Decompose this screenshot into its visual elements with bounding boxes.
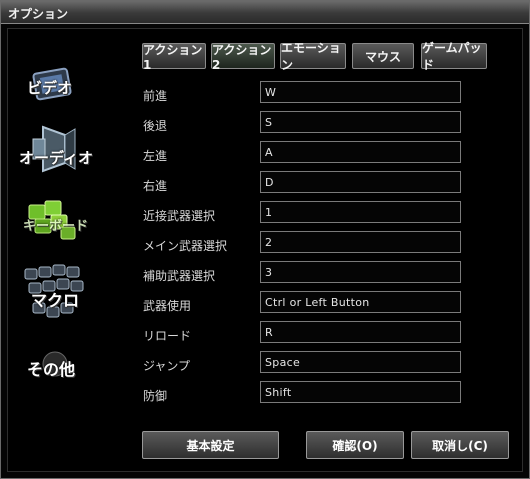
binding-label-main-weapon: メイン武器選択 [143,239,228,253]
tab-action2[interactable]: アクション2 [211,43,275,72]
binding-label-sub-weapon: 補助武器選択 [143,269,216,283]
defaults-button[interactable]: 基本設定 [142,431,279,459]
tab-action1[interactable]: アクション1 [142,43,206,72]
binding-field-main-weapon[interactable]: 2 [260,231,461,253]
tab-emotion[interactable]: エモーション [280,41,346,72]
binding-label-melee: 近接武器選択 [143,209,216,223]
sidebar-item-label: マクロ [31,291,80,310]
binding-label-defense: 防御 [143,389,168,403]
binding-field-defense[interactable]: Shift [260,381,461,403]
sidebar-item-macro[interactable]: マクロ [15,263,85,323]
cancel-button[interactable]: 取消し(C) [411,431,509,459]
title-bar[interactable]: オプション [1,1,529,24]
binding-label-back: 後退 [143,119,168,133]
binding-field-jump[interactable]: Space [260,351,461,373]
binding-field-use-weapon[interactable]: Ctrl or Left Button [260,291,461,313]
binding-label-jump: ジャンプ [143,359,191,373]
binding-field-forward[interactable]: W [260,81,461,103]
tab-mouse[interactable]: マウス [352,43,414,69]
binding-field-back[interactable]: S [260,111,461,133]
binding-label-forward: 前進 [143,89,168,103]
sidebar-item-label: ビデオ [27,79,73,97]
sidebar-item-label: その他 [27,360,76,379]
binding-field-left[interactable]: A [260,141,461,163]
sidebar-item-label: キーボード [23,219,89,234]
binding-label-use-weapon: 武器使用 [143,299,192,313]
sidebar-item-label: オーディオ [19,149,93,167]
sidebar-item-other[interactable]: その他 [15,346,85,406]
sidebar-item-keyboard[interactable]: キーボード [15,197,89,257]
confirm-button[interactable]: 確認(O) [306,431,404,459]
binding-label-right: 右進 [143,179,168,193]
window-title: オプション [8,7,69,21]
tab-gamepad[interactable]: ゲームパッド [421,41,487,72]
sidebar-item-video[interactable]: ビデオ [15,63,85,123]
binding-field-reload[interactable]: R [260,321,461,343]
binding-field-right[interactable]: D [260,171,461,193]
binding-field-sub-weapon[interactable]: 3 [260,261,461,283]
binding-field-melee[interactable]: 1 [260,201,461,223]
sidebar-item-audio[interactable]: オーディオ [15,123,93,183]
binding-label-left: 左進 [143,149,168,163]
options-window: オプション アクション1 アクション2 エモーション マウス ゲームパッド ビデ… [0,0,530,479]
binding-label-reload: リロード [143,329,192,343]
